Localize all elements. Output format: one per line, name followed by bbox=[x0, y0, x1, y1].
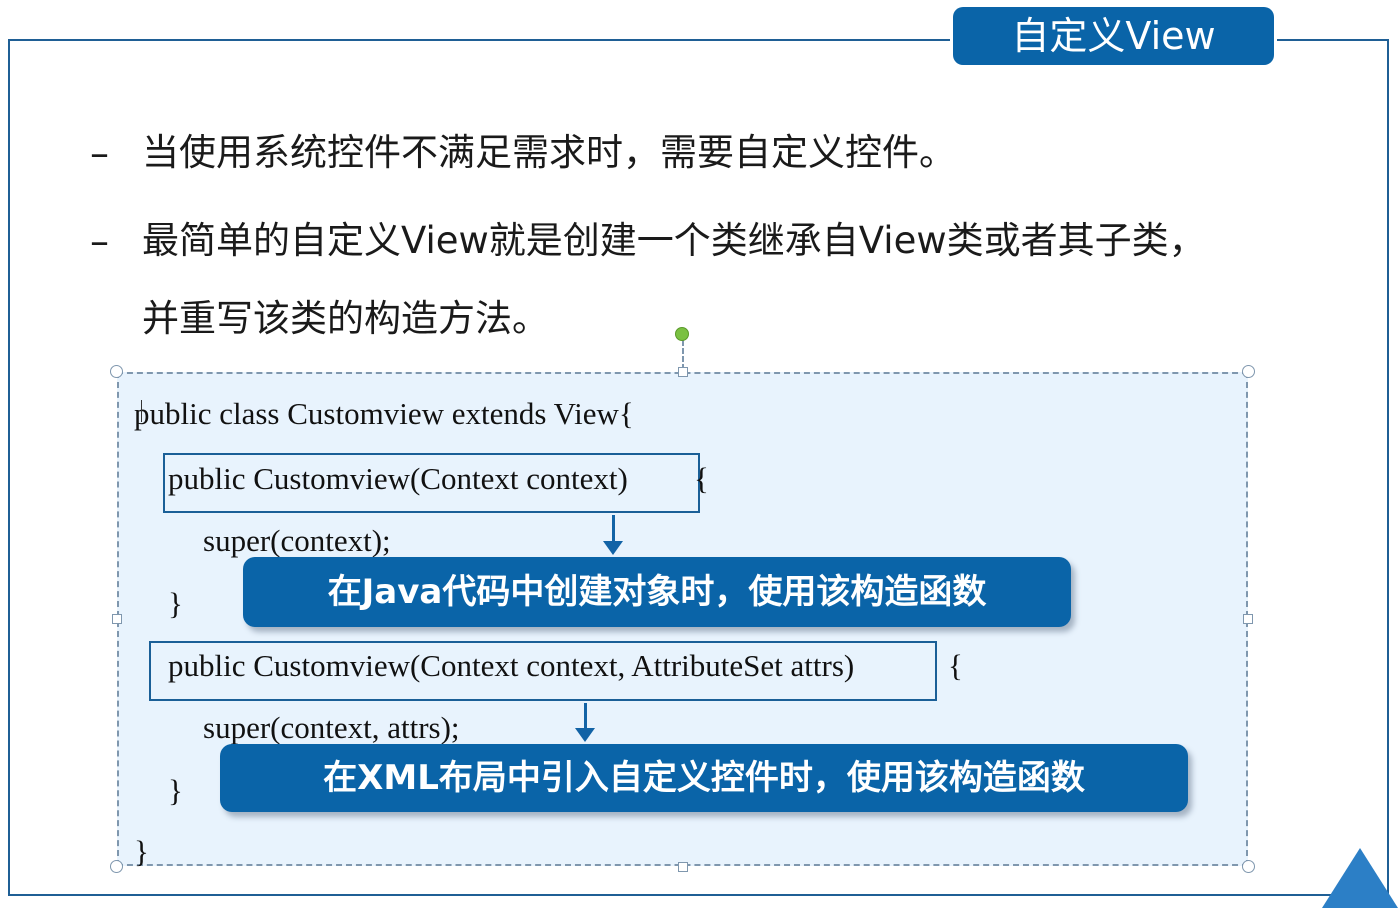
rotate-handle[interactable] bbox=[675, 327, 689, 341]
code-class-declaration: public class Customview extends View{ bbox=[134, 396, 634, 431]
code-ctor2-brace: { bbox=[948, 648, 963, 683]
resize-handle-bottom-left[interactable] bbox=[110, 860, 123, 873]
rotate-handle-stem bbox=[682, 340, 684, 370]
arrow-down-icon bbox=[612, 515, 615, 543]
bullet-dash: – bbox=[90, 131, 109, 175]
arrow-head-icon bbox=[575, 728, 595, 742]
resize-handle-top-left[interactable] bbox=[110, 365, 123, 378]
bullet-dash: – bbox=[90, 219, 109, 263]
resize-handle-top[interactable] bbox=[678, 367, 688, 377]
arrow-down-icon bbox=[584, 703, 587, 730]
code-ctor1-close: } bbox=[168, 586, 183, 621]
resize-handle-bottom[interactable] bbox=[678, 862, 688, 872]
text-cursor bbox=[141, 400, 142, 422]
slide-title: 自定义View bbox=[953, 7, 1274, 65]
bullet-text-continued: 并重写该类的构造方法。 bbox=[142, 297, 549, 340]
resize-handle-bottom-right[interactable] bbox=[1242, 860, 1255, 873]
code-ctor1-signature: public Customview(Context context) bbox=[168, 461, 628, 496]
corner-triangle-decoration bbox=[1322, 848, 1398, 908]
arrow-head-icon bbox=[603, 541, 623, 555]
resize-handle-top-right[interactable] bbox=[1242, 365, 1255, 378]
callout-java-ctor: 在Java代码中创建对象时，使用该构造函数 bbox=[243, 557, 1071, 627]
code-class-close: } bbox=[134, 834, 149, 869]
resize-handle-left[interactable] bbox=[112, 614, 122, 624]
code-ctor2-close: } bbox=[168, 773, 183, 808]
code-ctor2-signature: public Customview(Context context, Attri… bbox=[168, 648, 855, 683]
callout-xml-ctor: 在XML布局中引入自定义控件时，使用该构造函数 bbox=[220, 744, 1188, 812]
resize-handle-right[interactable] bbox=[1243, 614, 1253, 624]
bullet-text: 最简单的自定义View就是创建一个类继承自View类或者其子类， bbox=[142, 219, 1206, 262]
code-ctor1-brace: { bbox=[694, 461, 709, 496]
code-ctor1-body: super(context); bbox=[203, 523, 391, 558]
bullet-text: 当使用系统控件不满足需求时，需要自定义控件。 bbox=[142, 131, 956, 174]
code-ctor2-body: super(context, attrs); bbox=[203, 710, 460, 745]
